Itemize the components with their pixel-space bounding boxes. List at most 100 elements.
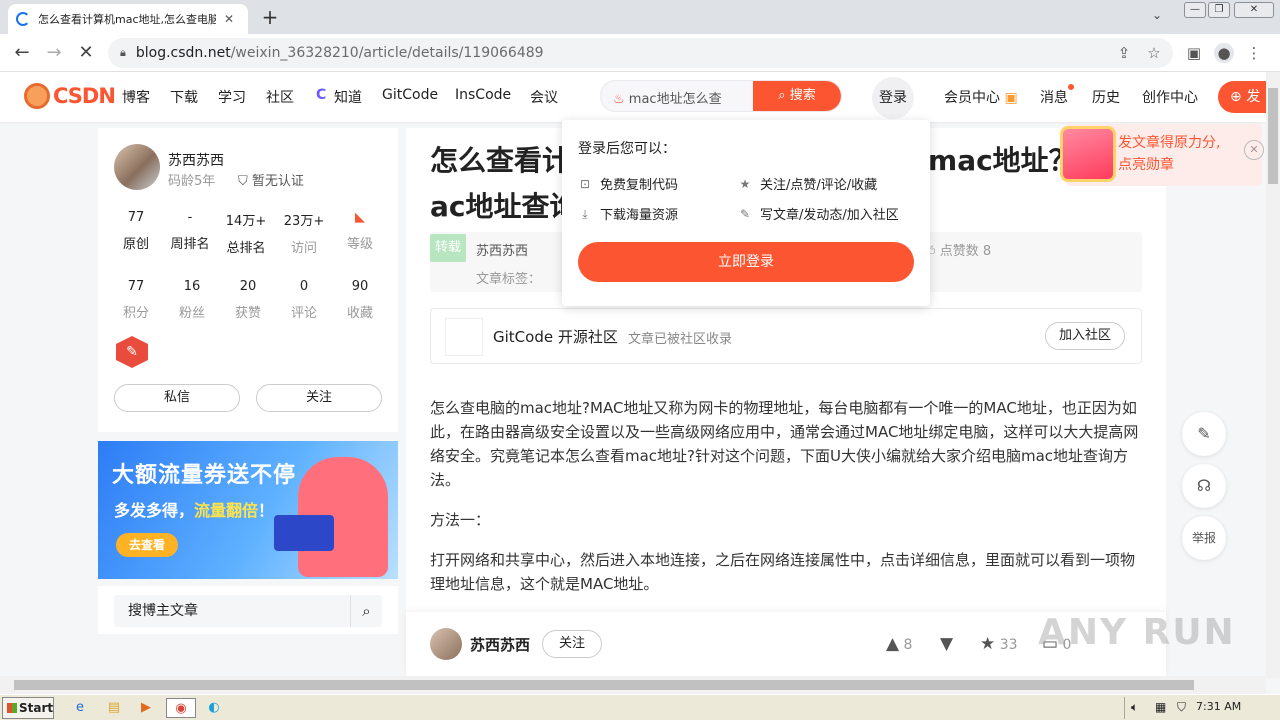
- login-popup: 登录后您可以： ⊡ 免费复制代码 ★ 关注/点赞/评论/收藏 ⤓ 下载海量资源 ✎ 写文…: [562, 120, 930, 306]
- report-button[interactable]: 举报: [1182, 516, 1226, 560]
- stat-visits: 23万+ 访问: [283, 214, 325, 256]
- nav-community[interactable]: 社区: [266, 87, 294, 107]
- stat-total-rank[interactable]: 14万+ 总排名: [218, 210, 274, 256]
- promo-close-icon[interactable]: ✕: [1244, 140, 1264, 160]
- nav-learn[interactable]: 学习: [218, 87, 246, 107]
- gift-box-icon: [1060, 126, 1116, 182]
- bookmark-star-icon[interactable]: ☆: [1144, 43, 1164, 63]
- follow-button[interactable]: 关注: [256, 384, 382, 412]
- banner-cta-button[interactable]: 去查看: [116, 533, 178, 557]
- stop-loading-icon[interactable]: ✕: [74, 41, 98, 65]
- nav-meeting[interactable]: 会议: [530, 87, 558, 107]
- nav-history[interactable]: 历史: [1092, 87, 1120, 107]
- chrome-icon[interactable]: ◉: [166, 698, 196, 718]
- edge-icon[interactable]: ◐: [202, 698, 226, 718]
- feature-download: ⤓ 下载海量资源: [578, 204, 678, 224]
- avatar[interactable]: [114, 144, 160, 190]
- browser-tab[interactable]: 怎么查看计算机mac地址,怎么查电脑 ✕: [8, 4, 248, 34]
- windows-taskbar: Start e ▤ ▶ ◉ ◐ 🔈︎ ▦ ⛉ 7:31 AM: [0, 694, 1280, 720]
- zhidao-c-icon: C: [316, 87, 327, 103]
- address-bar[interactable]: 🔒︎ blog.csdn.net/weixin_36328210/article…: [108, 38, 1173, 68]
- favorite-button[interactable]: ★ 33: [980, 634, 1018, 654]
- nav-gitcode[interactable]: GitCode: [382, 87, 438, 103]
- volume-icon[interactable]: 🔈︎: [1131, 700, 1138, 715]
- pencil-icon: ✎: [739, 206, 751, 221]
- maximize-button[interactable]: ❐: [1208, 2, 1230, 18]
- author-name[interactable]: 苏西苏西: [168, 150, 224, 170]
- promo-banner[interactable]: 大额流量券送不停 多发多得，流量翻倍！ 去查看: [98, 441, 398, 579]
- folder-icon[interactable]: ▤: [102, 698, 126, 718]
- new-tab-button[interactable]: +: [258, 6, 282, 30]
- menu-kebab-icon[interactable]: ⋮: [1244, 43, 1264, 63]
- ie-icon[interactable]: e: [68, 698, 92, 718]
- stat-level[interactable]: ◣ 等级: [332, 210, 388, 252]
- profile-icon[interactable]: ●: [1214, 43, 1234, 63]
- csdn-logo[interactable]: CSDN: [24, 83, 116, 109]
- horizontal-scrollbar[interactable]: [0, 676, 1266, 694]
- vertical-scrollbar[interactable]: [1266, 72, 1280, 678]
- nav-zhidao[interactable]: 知道: [334, 87, 362, 107]
- meta-tags-label: 文章标签：: [476, 272, 542, 287]
- stat-fans: 16 粉丝: [178, 279, 205, 321]
- feature-follow-like: ★ 关注/点赞/评论/收藏: [739, 176, 878, 194]
- meta-author[interactable]: 苏西苏西: [476, 240, 528, 259]
- share-icon[interactable]: ⇪: [1114, 43, 1134, 63]
- blogger-search: 搜博主文章 ⌕: [98, 586, 398, 634]
- stat-favorites: 90 收藏: [346, 279, 373, 321]
- media-player-icon[interactable]: ▶: [134, 698, 158, 718]
- gift-icon: ▣: [1000, 90, 1018, 106]
- tab-search-icon[interactable]: ⌄: [1152, 8, 1162, 22]
- private-message-button[interactable]: 私信: [114, 384, 240, 412]
- article-paragraph-2: 方法一：: [430, 511, 491, 529]
- scroll-thumb[interactable]: [1268, 88, 1278, 184]
- login-now-button[interactable]: 立即登录: [578, 242, 914, 282]
- nav-messages[interactable]: 消息: [1040, 87, 1068, 107]
- stat-original[interactable]: 77 原创: [108, 210, 164, 252]
- promo-popup[interactable]: 发文章得原力分, 点亮勋章: [1060, 124, 1262, 186]
- plus-circle-icon: ⊕: [1230, 89, 1242, 105]
- shield-icon: ⛉: [238, 174, 248, 189]
- forward-icon[interactable]: →: [42, 41, 66, 65]
- nav-download[interactable]: 下载: [170, 87, 198, 107]
- tab-close-icon[interactable]: ✕: [224, 12, 234, 26]
- like-button[interactable]: ▲ 8: [886, 634, 912, 654]
- thumb-down-icon: ▼: [940, 634, 954, 654]
- login-button[interactable]: 登录: [872, 77, 914, 119]
- browser-toolbar: ← → ✕ 🔒︎ blog.csdn.net/weixin_36328210/a…: [0, 34, 1280, 72]
- gitcode-name[interactable]: GitCode 开源社区: [493, 326, 618, 347]
- stat-comments: 0 评论: [290, 279, 317, 321]
- headset-icon[interactable]: ☊: [1182, 464, 1226, 508]
- download-icon: ⤓: [582, 206, 588, 221]
- notification-dot: [1068, 84, 1074, 90]
- article-paragraph-3: 打开网络和共享中心，然后进入本地连接，之后在网络连接属性中，点击详细信息，里面就…: [430, 551, 1136, 593]
- banner-subline: 多发多得，流量翻倍！: [114, 501, 275, 520]
- minimize-button[interactable]: —: [1184, 2, 1206, 18]
- network-icon[interactable]: ▦: [1155, 700, 1166, 714]
- nav-vip-center[interactable]: 会员中心 ▣: [944, 87, 1018, 107]
- start-button[interactable]: Start: [2, 697, 54, 719]
- author-profile-card: 苏西苏西 码龄5年 ⛉ 暂无认证 77 原创 - 周排名 14万+ 总排名 23万+ 访…: [98, 128, 398, 432]
- scroll-thumb[interactable]: [14, 680, 1194, 690]
- promo-text: 发文章得原力分, 点亮勋章: [1118, 135, 1221, 173]
- star-icon: ★: [980, 634, 996, 654]
- edit-note-icon[interactable]: ✎: [1182, 412, 1226, 456]
- bottom-follow-button[interactable]: 关注: [542, 630, 602, 658]
- dislike-button[interactable]: ▼: [940, 634, 953, 654]
- nav-blog[interactable]: 博客: [122, 87, 150, 107]
- stat-weekly-rank[interactable]: - 周排名: [162, 210, 218, 252]
- nav-creator-center[interactable]: 创作中心: [1142, 87, 1198, 107]
- bottom-author-name[interactable]: 苏西苏西: [470, 634, 530, 655]
- search-icon[interactable]: ⌕: [350, 595, 382, 627]
- blogger-search-input[interactable]: 搜博主文章 ⌕: [114, 595, 382, 627]
- avatar[interactable]: [430, 628, 462, 660]
- side-panel-icon[interactable]: ▣: [1184, 43, 1204, 63]
- nav-inscode[interactable]: InsCode: [455, 87, 511, 103]
- join-community-button[interactable]: 加入社区: [1045, 322, 1125, 350]
- back-icon[interactable]: ←: [10, 41, 34, 65]
- windows-flag-icon: [7, 703, 17, 713]
- close-window-button[interactable]: ✕: [1234, 2, 1274, 18]
- search-input[interactable]: ♨︎ mac地址怎么查: [613, 88, 722, 107]
- writer-badge-icon[interactable]: ✎: [116, 336, 148, 368]
- shield-icon[interactable]: ⛉: [1177, 700, 1186, 715]
- search-button[interactable]: ⌕ 搜索: [753, 81, 841, 111]
